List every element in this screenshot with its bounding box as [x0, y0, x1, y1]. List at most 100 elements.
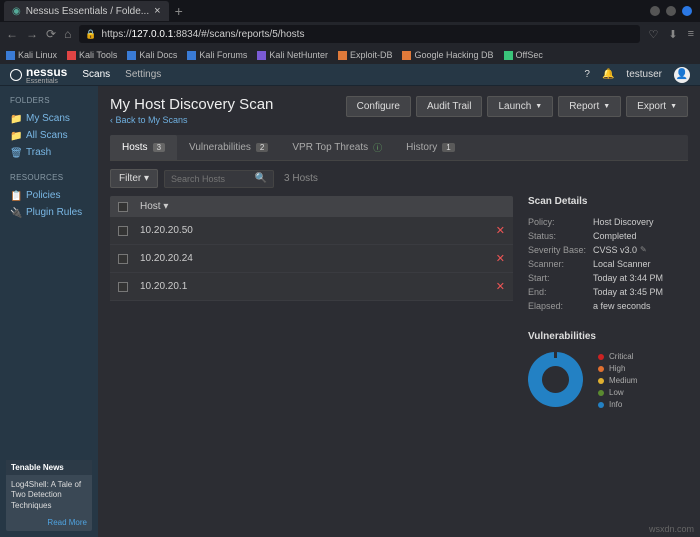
bookmark-kali-nethunter[interactable]: Kali NetHunter: [257, 50, 328, 60]
vulnerability-donut-chart[interactable]: [528, 352, 583, 407]
shield-icon[interactable]: ♡: [648, 28, 658, 41]
bookmark-google-hacking-db[interactable]: Google Hacking DB: [402, 50, 493, 60]
row-checkbox[interactable]: [118, 282, 128, 292]
notifications-icon[interactable]: 🔔: [602, 69, 614, 80]
sidebar-item-policies[interactable]: 📋Policies: [10, 187, 88, 204]
menu-icon[interactable]: ≡: [688, 28, 694, 41]
legend-medium[interactable]: Medium: [598, 376, 637, 385]
bookmark-kali-docs[interactable]: Kali Docs: [127, 50, 177, 60]
back-link[interactable]: ‹ Back to My Scans: [110, 115, 273, 125]
filter-button[interactable]: Filter ▾: [110, 169, 158, 188]
window-controls: [650, 6, 696, 16]
page-title: My Host Discovery Scan: [110, 96, 273, 113]
select-all-checkbox[interactable]: [118, 202, 128, 212]
download-icon[interactable]: ⬇: [668, 28, 677, 41]
launch-button[interactable]: Launch▼: [487, 96, 553, 117]
delete-icon[interactable]: ✕: [496, 252, 505, 265]
window-close-button[interactable]: [682, 6, 692, 16]
sidebar: FOLDERS 📁My Scans 📁All Scans 🗑Trash RESO…: [0, 86, 98, 537]
chart-legend: Critical High Medium Low Info: [598, 352, 637, 409]
legend-low[interactable]: Low: [598, 388, 637, 397]
search-box[interactable]: 🔍: [164, 170, 274, 188]
audit-trail-button[interactable]: Audit Trail: [416, 96, 482, 117]
browser-nav-bar: ← → ⟳ ⌂ 🔒 https://127.0.0.1:8834/#/scans…: [0, 22, 700, 46]
bookmark-kali-tools[interactable]: Kali Tools: [67, 50, 117, 60]
browser-tab[interactable]: ◉ Nessus Essentials / Folde... ×: [4, 1, 169, 21]
trash-icon: 🗑: [10, 148, 20, 158]
row-checkbox[interactable]: [118, 226, 128, 236]
nav-settings[interactable]: Settings: [125, 69, 161, 80]
bookmark-exploit-db[interactable]: Exploit-DB: [338, 50, 393, 60]
info-icon: ⓘ: [373, 141, 382, 154]
app-header: nessus Essentials Scans Settings ? 🔔 tes…: [0, 64, 700, 86]
tab-history[interactable]: History1: [394, 135, 467, 160]
bookmark-kali-linux[interactable]: Kali Linux: [6, 50, 57, 60]
folders-heading: FOLDERS: [10, 96, 88, 105]
host-count: 3 Hosts: [284, 173, 318, 184]
chevron-down-icon: ▼: [603, 103, 610, 110]
elapsed-label: Elapsed:: [528, 301, 593, 311]
scanner-value: Local Scanner: [593, 259, 651, 269]
user-avatar[interactable]: 👤: [674, 67, 690, 83]
table-row[interactable]: 10.20.20.50 ✕: [110, 217, 513, 245]
delete-icon[interactable]: ✕: [496, 224, 505, 237]
scan-tabs: Hosts3 Vulnerabilities2 VPR Top Threatsⓘ…: [110, 135, 688, 161]
elapsed-value: a few seconds: [593, 301, 651, 311]
news-read-more[interactable]: Read More: [6, 516, 92, 531]
close-icon[interactable]: ×: [154, 5, 160, 17]
configure-button[interactable]: Configure: [346, 96, 411, 117]
nav-scans[interactable]: Scans: [82, 69, 110, 80]
lock-icon: 🔒: [85, 29, 96, 40]
end-value: Today at 3:45 PM: [593, 287, 663, 297]
home-icon[interactable]: ⌂: [64, 27, 71, 41]
nessus-logo[interactable]: nessus Essentials: [10, 65, 67, 85]
report-button[interactable]: Report▼: [558, 96, 621, 117]
forward-icon[interactable]: →: [26, 27, 38, 41]
column-host[interactable]: Host ▾: [140, 201, 168, 212]
severity-label: Severity Base:: [528, 245, 593, 255]
legend-high[interactable]: High: [598, 364, 637, 373]
host-cell: 10.20.20.50: [140, 225, 496, 236]
legend-critical[interactable]: Critical: [598, 352, 637, 361]
tab-vpr-top-threats[interactable]: VPR Top Threatsⓘ: [280, 135, 394, 160]
edit-icon[interactable]: ✎: [640, 245, 647, 255]
content-area: My Host Discovery Scan ‹ Back to My Scan…: [98, 86, 700, 537]
sidebar-item-trash[interactable]: 🗑Trash: [10, 144, 88, 161]
bookmark-offsec[interactable]: OffSec: [504, 50, 543, 60]
sidebar-item-my-scans[interactable]: 📁My Scans: [10, 110, 88, 127]
tab-title: Nessus Essentials / Folde...: [26, 6, 149, 17]
maximize-button[interactable]: [666, 6, 676, 16]
search-input[interactable]: [171, 174, 255, 184]
url-text: https://127.0.0.1:8834/#/scans/reports/5…: [102, 29, 305, 40]
tab-hosts[interactable]: Hosts3: [110, 135, 177, 160]
scan-details-pane: Scan Details Policy:Host Discovery Statu…: [528, 196, 688, 527]
search-icon[interactable]: 🔍: [255, 173, 267, 184]
new-tab-button[interactable]: +: [175, 3, 183, 19]
host-cell: 10.20.20.1: [140, 281, 496, 292]
export-button[interactable]: Export▼: [626, 96, 688, 117]
back-icon[interactable]: ←: [6, 27, 18, 41]
sidebar-item-plugin-rules[interactable]: 🔌Plugin Rules: [10, 204, 88, 221]
legend-info[interactable]: Info: [598, 400, 637, 409]
browser-tab-bar: ◉ Nessus Essentials / Folde... × +: [0, 0, 700, 22]
tab-vulnerabilities[interactable]: Vulnerabilities2: [177, 135, 280, 160]
end-label: End:: [528, 287, 593, 297]
tab-favicon: ◉: [12, 6, 21, 17]
username-label[interactable]: testuser: [626, 69, 662, 80]
table-row[interactable]: 10.20.20.1 ✕: [110, 273, 513, 301]
reload-icon[interactable]: ⟳: [46, 27, 56, 41]
start-label: Start:: [528, 273, 593, 283]
tenable-news-panel: Tenable News Log4Shell: A Tale of Two De…: [6, 460, 92, 531]
row-checkbox[interactable]: [118, 254, 128, 264]
bookmark-kali-forums[interactable]: Kali Forums: [187, 50, 247, 60]
sidebar-item-all-scans[interactable]: 📁All Scans: [10, 127, 88, 144]
url-bar[interactable]: 🔒 https://127.0.0.1:8834/#/scans/reports…: [79, 25, 640, 43]
delete-icon[interactable]: ✕: [496, 280, 505, 293]
table-row[interactable]: 10.20.20.24 ✕: [110, 245, 513, 273]
help-icon[interactable]: ?: [584, 69, 590, 80]
policy-value: Host Discovery: [593, 217, 654, 227]
vulnerabilities-heading: Vulnerabilities: [528, 331, 688, 342]
policies-icon: 📋: [10, 191, 20, 201]
hosts-table: Host ▾ 10.20.20.50 ✕ 10.20.20.24 ✕ 10.20…: [110, 196, 513, 527]
minimize-button[interactable]: [650, 6, 660, 16]
